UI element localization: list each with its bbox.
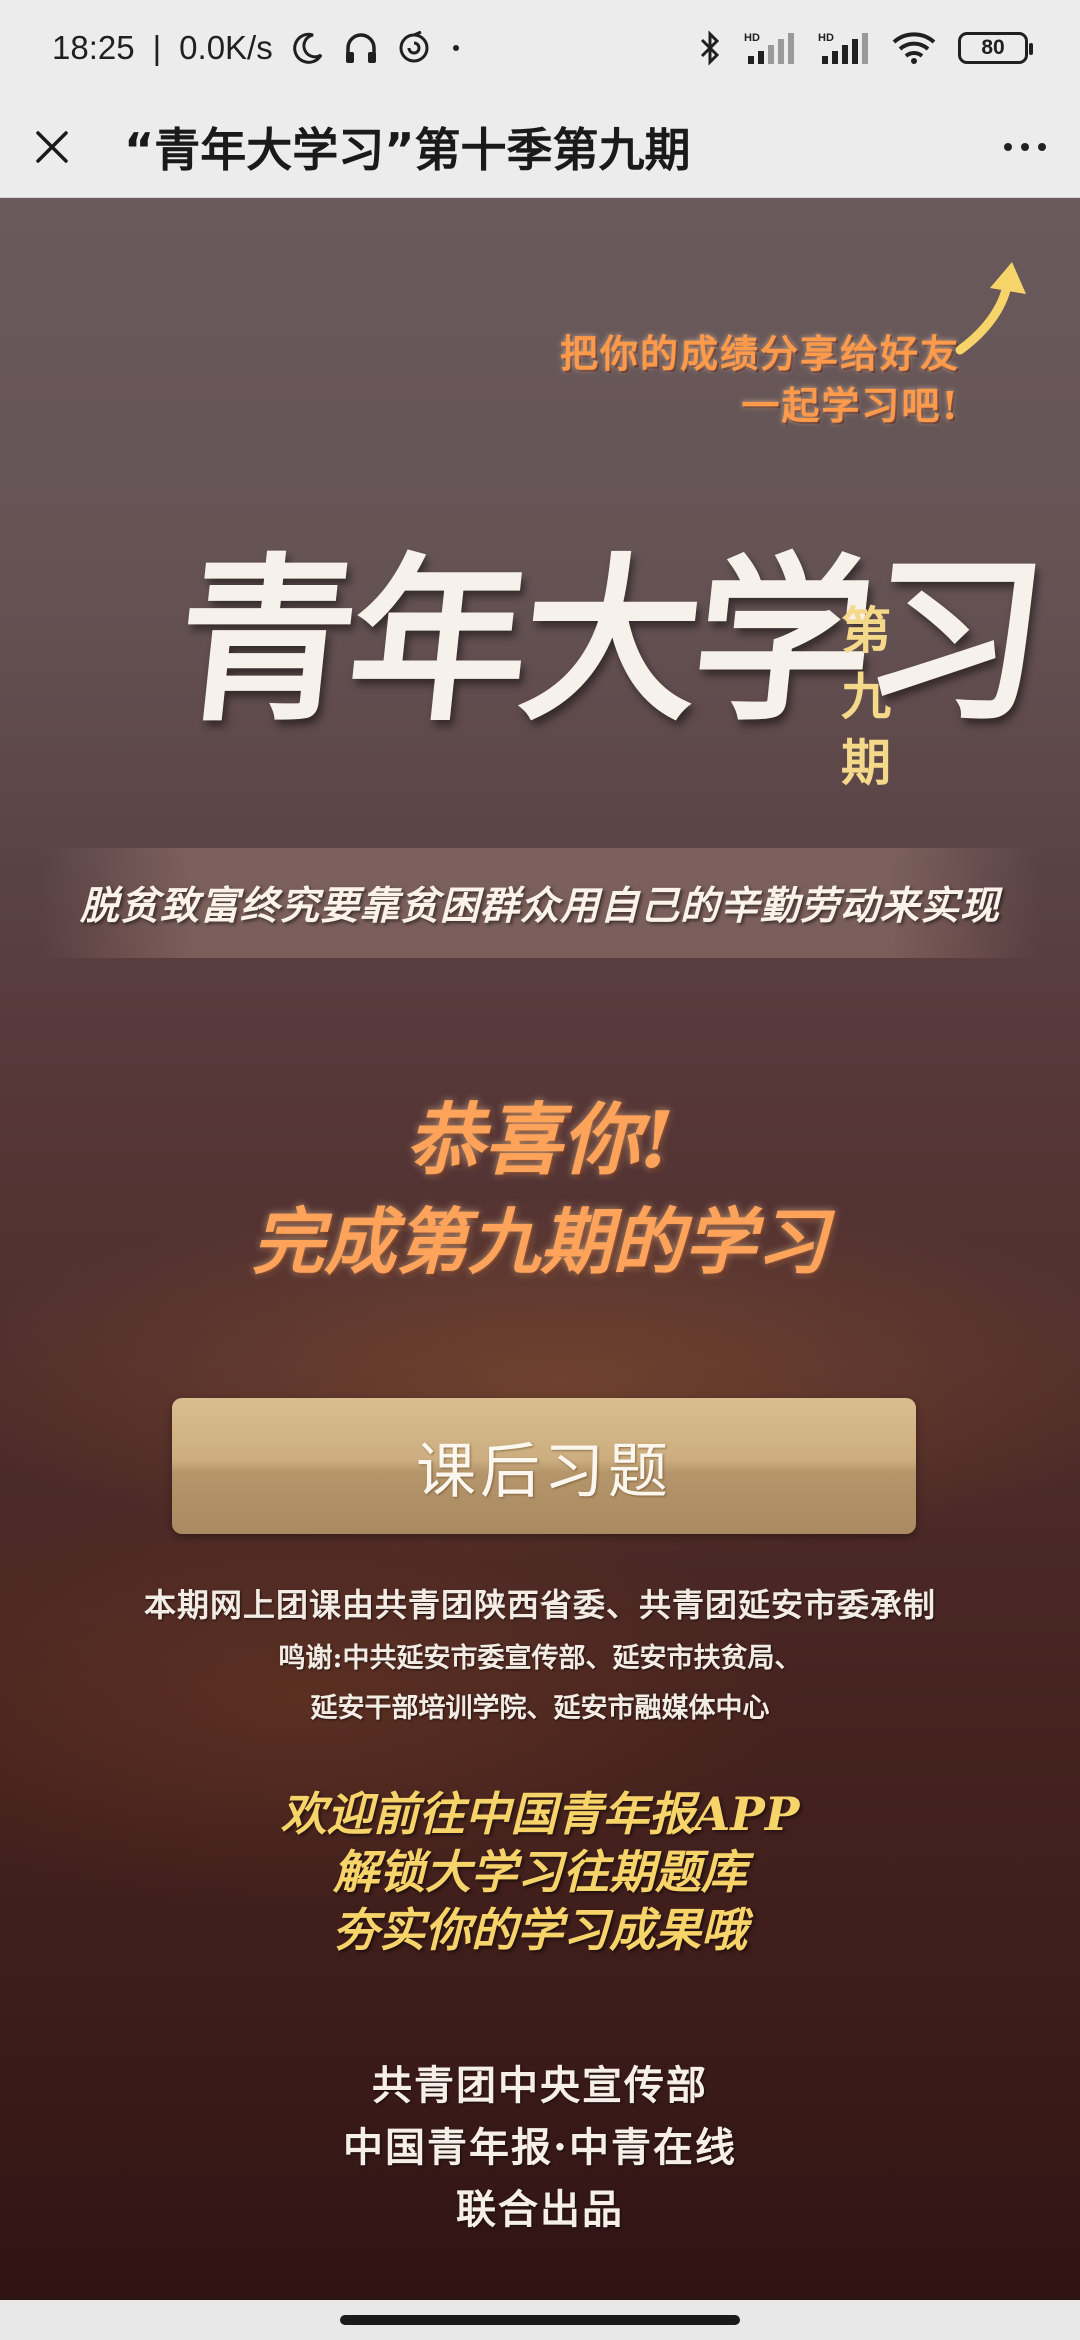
hd-signal-icon: HD	[818, 30, 870, 66]
more-dots-icon	[1004, 142, 1046, 151]
issue-char: 九	[841, 667, 891, 726]
battery-level: 80	[981, 36, 1005, 59]
svg-text:HD: HD	[818, 32, 834, 44]
subtitle: 脱贫致富终究要靠贫困群众用自己的辛勤劳动来实现	[79, 883, 1000, 929]
home-indicator[interactable]	[340, 2315, 740, 2325]
close-icon	[36, 130, 68, 163]
congrats-heading: 恭喜你!	[405, 1095, 675, 1186]
status-bar-left: 18:25 | 0.0K/s	[52, 29, 463, 67]
spiral-app-icon	[397, 31, 431, 65]
battery-icon: 80	[958, 32, 1033, 64]
producer-line: 共青团中央宣传部	[372, 2062, 708, 2109]
close-button[interactable]	[0, 96, 104, 198]
page-title: “青年大学习”第十季第九期	[124, 122, 691, 177]
share-hint: 把你的成绩分享给好友 一起学习吧!	[560, 328, 960, 432]
title-bar: “青年大学习”第十季第九期	[0, 96, 1080, 198]
more-options-button[interactable]	[970, 96, 1080, 198]
issue-number-vertical: 第 九 期	[836, 598, 896, 796]
quiz-button[interactable]: 课后习题	[172, 1398, 916, 1534]
dot-icon	[449, 41, 463, 55]
navigation-bar	[0, 2300, 1080, 2340]
subtitle-band: 脱贫致富终究要靠贫困群众用自己的辛勤劳动来实现	[40, 848, 1040, 958]
status-separator: |	[152, 29, 162, 66]
webview-content[interactable]: 把你的成绩分享给好友 一起学习吧! 青年大学习 第 九 期 脱贫致富终究要靠贫困…	[0, 198, 1080, 2300]
credits-line: 本期网上团课由共青团陕西省委、共青团延安市委承制	[143, 1586, 936, 1624]
svg-text:HD: HD	[744, 32, 760, 44]
headset-icon	[343, 31, 379, 65]
net-speed: 0.0K/s	[179, 29, 273, 66]
share-hint-line1: 把你的成绩分享给好友	[559, 331, 960, 376]
curved-arrow-icon	[955, 262, 1026, 355]
app-promo-line: 解锁大学习往期题库	[333, 1845, 747, 1899]
bluetooth-icon	[698, 30, 722, 66]
app-promo-line: 夯实你的学习成果哦	[333, 1903, 747, 1957]
status-bar: 18:25 | 0.0K/s HD HD 80	[0, 0, 1080, 96]
clock: 18:25	[52, 29, 135, 66]
producer-line: 中国青年报·中青在线	[343, 2124, 737, 2171]
producer-line: 联合出品	[456, 2186, 624, 2233]
hd-signal-icon: HD	[744, 30, 796, 66]
status-bar-right: HD HD 80	[698, 30, 1033, 66]
issue-char: 第	[841, 601, 891, 660]
acknowledgement-line: 鸣谢:中共延安市委宣传部、延安市扶贫局、	[278, 1643, 802, 1674]
main-title: 青年大学习	[167, 536, 1050, 745]
app-promo-line: 欢迎前往中国青年报APP	[280, 1787, 800, 1841]
wifi-icon	[892, 31, 936, 65]
acknowledgement-line: 延安干部培训学院、延安市融媒体中心	[310, 1693, 770, 1724]
share-hint-line2: 一起学习吧!	[741, 383, 960, 428]
issue-char: 期	[841, 733, 891, 792]
moon-icon	[291, 31, 325, 65]
completion-message: 完成第九期的学习	[251, 1199, 828, 1284]
